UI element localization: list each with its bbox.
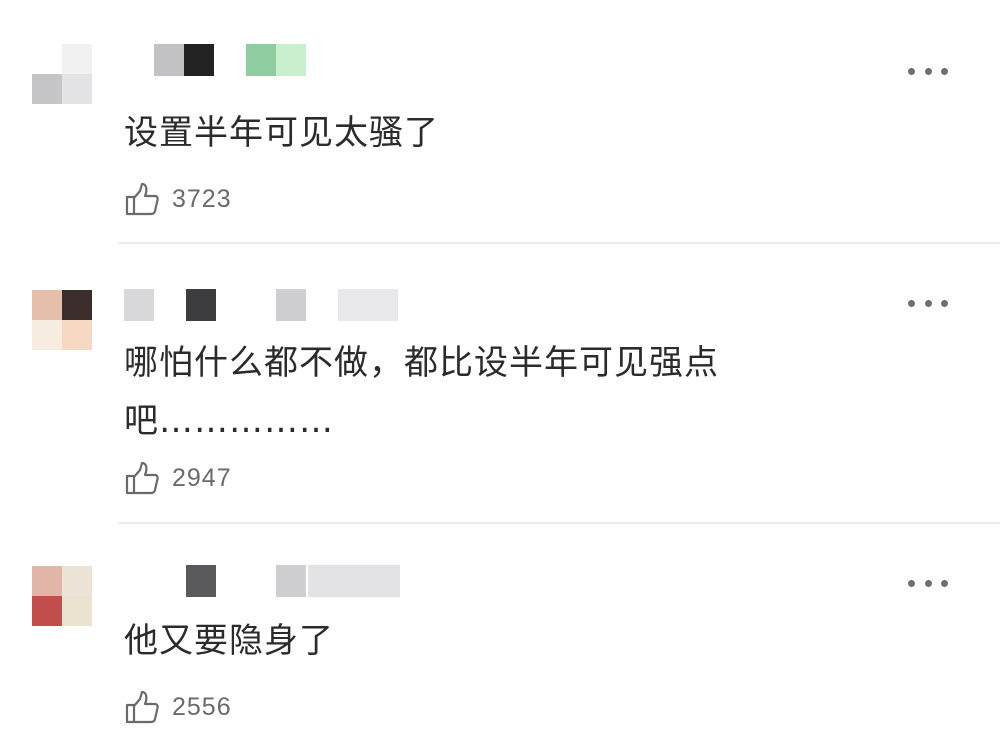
avatar-pixel: [32, 596, 62, 626]
avatar-pixel: [32, 566, 62, 596]
divider: [118, 522, 1000, 524]
thumbs-up-icon: [125, 182, 159, 216]
avatar[interactable]: [32, 566, 92, 626]
more-dots-icon: [908, 579, 915, 587]
like-button[interactable]: 2556: [124, 689, 232, 725]
avatar-pixel: [62, 44, 92, 74]
avatar-pixel: [32, 320, 62, 350]
avatar-pixel: [62, 596, 92, 626]
avatar-pixel: [32, 290, 62, 320]
thumbs-up-icon: [125, 690, 159, 724]
avatar[interactable]: [32, 290, 92, 350]
more-dots-icon: [908, 67, 915, 75]
avatar[interactable]: [32, 44, 92, 104]
avatar-pixel: [32, 74, 62, 104]
more-options-button[interactable]: [908, 293, 948, 313]
like-count: 3723: [172, 184, 232, 213]
more-options-button[interactable]: [908, 573, 948, 593]
avatar-pixel: [62, 320, 92, 350]
avatar-pixel: [32, 44, 62, 74]
more-dots-icon: [908, 299, 915, 307]
avatar-pixel: [62, 566, 92, 596]
comment-text: 哪怕什么都不做，都比设半年可见强点吧……………: [124, 343, 719, 441]
more-options-button[interactable]: [908, 61, 948, 81]
avatar-pixel: [62, 74, 92, 104]
comment-text: 他又要隐身了: [124, 621, 334, 661]
like-count: 2556: [172, 692, 232, 721]
like-button[interactable]: 2947: [124, 460, 232, 496]
like-button[interactable]: 3723: [124, 181, 232, 217]
divider: [118, 242, 1000, 244]
like-count: 2947: [172, 463, 232, 492]
thumbs-up-icon: [125, 461, 159, 495]
comment-text: 设置半年可见太骚了: [124, 113, 439, 153]
avatar-pixel: [62, 290, 92, 320]
